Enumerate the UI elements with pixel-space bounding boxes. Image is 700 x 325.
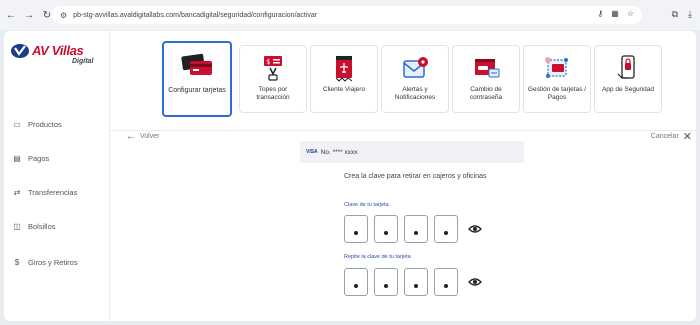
arrow-left-icon: ←	[126, 131, 136, 142]
sidebar: AV Villas Digital ▭ Productos ▤ Pagos ⇄ …	[4, 31, 110, 321]
option-label: Cambio de contraseña	[469, 86, 503, 101]
address-bar[interactable]: ⚙ pb-stg-avvillas.avaldigitallabs.com/ba…	[52, 6, 642, 24]
card-brand: VISA	[306, 149, 318, 155]
brand-mark-icon	[11, 44, 29, 58]
brand-name: AV Villas	[32, 43, 84, 58]
security-options: Configurar tarjetas $ Topes por transacc…	[110, 31, 696, 131]
option-cambio-contrasena[interactable]: Cambio de contraseña	[452, 45, 520, 113]
alerts-icon	[395, 54, 435, 82]
translate-icon[interactable]: ▦	[611, 9, 619, 18]
option-configurar-tarjetas[interactable]: Configurar tarjetas	[162, 41, 232, 117]
option-alertas[interactable]: Alertas y Notificaciones	[381, 45, 449, 113]
brand-sub: Digital	[72, 58, 94, 65]
sidebar-item-giros-retiros[interactable]: $ Giros y Retiros	[12, 257, 78, 267]
security-app-icon	[608, 54, 648, 82]
sidebar-item-label: Giros y Retiros	[28, 257, 78, 267]
extensions-icon[interactable]: ⧉	[672, 9, 678, 20]
sidebar-item-bolsillos[interactable]: ◫ Bolsillos	[12, 221, 56, 231]
site-info-icon[interactable]: ⚙	[60, 11, 67, 20]
transfer-icon: ⇄	[13, 187, 21, 197]
pin-digit-4[interactable]	[434, 215, 458, 243]
back-label: Volver	[140, 133, 160, 140]
cancel-label: Cancelar	[650, 133, 679, 140]
sidebar-item-label: Transferencias	[28, 187, 78, 197]
confirm-pin-digit-1[interactable]	[344, 268, 368, 296]
pin-digit-2[interactable]	[374, 215, 398, 243]
brand-logo[interactable]: AV Villas Digital	[10, 41, 102, 71]
sidebar-item-pagos[interactable]: ▤ Pagos	[12, 153, 49, 163]
confirm-pin-digit-2[interactable]	[374, 268, 398, 296]
confirm-pin-label: Repite la clave de tu tarjeta	[344, 254, 411, 260]
option-label: Alertas y Notificaciones	[394, 86, 436, 101]
confirm-pin-input-group	[344, 268, 482, 296]
option-label: Topes por transacción	[256, 86, 290, 101]
pin-input-group	[344, 215, 482, 243]
cancel-button[interactable]: Cancelar ✕	[651, 130, 692, 143]
card-icon: ▭	[13, 119, 21, 129]
bookmark-star-icon[interactable]: ☆	[627, 9, 634, 18]
svg-text:$: $	[266, 58, 270, 66]
card-management-icon	[537, 54, 577, 82]
pin-digit-3[interactable]	[404, 215, 428, 243]
option-topes[interactable]: $ Topes por transacción	[239, 45, 307, 113]
sidebar-item-productos[interactable]: ▭ Productos	[12, 119, 62, 129]
url-text: pb-stg-avvillas.avaldigitallabs.com/banc…	[73, 11, 318, 19]
sidebar-item-label: Productos	[28, 119, 62, 129]
page: AV Villas Digital ▭ Productos ▤ Pagos ⇄ …	[4, 31, 696, 321]
limits-icon: $	[253, 54, 293, 82]
eye-icon[interactable]	[468, 222, 482, 236]
eye-icon[interactable]	[468, 275, 482, 289]
sidebar-item-transferencias[interactable]: ⇄ Transferencias	[12, 187, 78, 197]
pin-label: Clave de tu tarjeta	[344, 202, 389, 208]
password-key-icon[interactable]: ⚷	[597, 9, 603, 18]
browser-toolbar: ← → ↻ ⚙ pb-stg-avvillas.avaldigitallabs.…	[0, 0, 700, 30]
confirm-pin-digit-4[interactable]	[434, 268, 458, 296]
option-cliente-viajero[interactable]: Cliente Viajero	[310, 45, 378, 113]
option-label: Configurar tarjetas	[168, 87, 226, 94]
withdraw-icon: $	[14, 257, 20, 267]
cards-icon	[177, 51, 217, 79]
sidebar-item-label: Bolsillos	[28, 221, 56, 231]
main-content: ← Volver Cancelar ✕ VISA No. **** xxxx C…	[110, 131, 696, 321]
confirm-pin-digit-3[interactable]	[404, 268, 428, 296]
option-app-seguridad[interactable]: App de Seguridad	[594, 45, 662, 113]
selected-card: VISA No. **** xxxx	[300, 141, 524, 163]
bill-icon: ▤	[13, 153, 21, 163]
option-label: Cliente Viajero	[322, 86, 366, 93]
back-button[interactable]: ← Volver	[126, 131, 159, 142]
instruction-text: Crea la clave para retirar en cajeros y …	[344, 173, 487, 180]
pin-digit-1[interactable]	[344, 215, 368, 243]
download-icon[interactable]: ⤓	[688, 9, 692, 20]
card-number: No. **** xxxx	[320, 148, 358, 156]
option-gestion-tarjetas[interactable]: Gestión de tarjetas / Pagos	[523, 45, 591, 113]
pocket-icon: ◫	[13, 221, 21, 231]
sidebar-item-label: Pagos	[28, 153, 50, 163]
option-label: Gestión de tarjetas / Pagos	[527, 86, 587, 101]
password-icon	[466, 54, 506, 82]
option-label: App de Seguridad	[601, 86, 655, 93]
close-icon: ✕	[682, 131, 692, 143]
forward-nav-icon[interactable]: →	[22, 8, 36, 22]
travel-icon	[324, 54, 364, 82]
back-nav-icon[interactable]: ←	[4, 8, 18, 22]
